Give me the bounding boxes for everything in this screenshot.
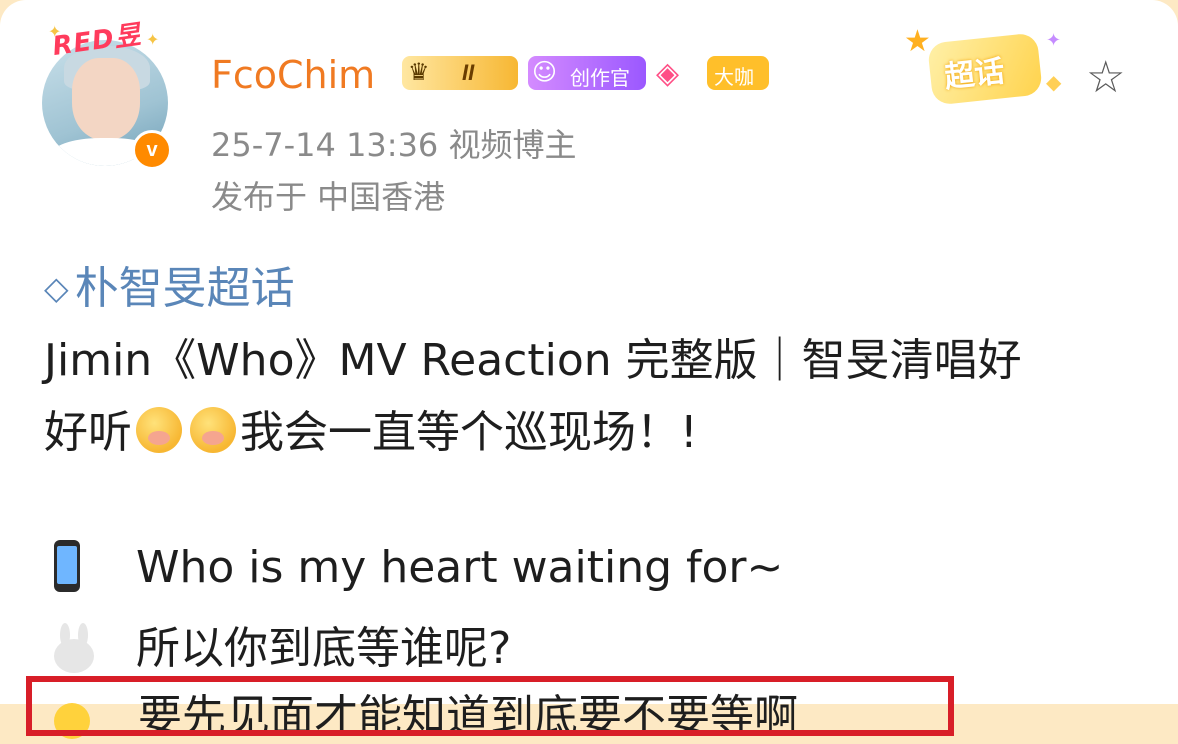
- phone-emoji: [54, 540, 80, 592]
- post-location: 发布于 中国香港: [211, 178, 446, 216]
- crown-level-badge[interactable]: ♛ II: [402, 56, 518, 90]
- post-timestamp: 25-7-14 13:36 视频博主: [211, 126, 577, 164]
- post-text-fragment: 所以你到底等谁呢?: [136, 623, 512, 674]
- diamond-icon: ◇: [44, 269, 69, 307]
- gem-decoration-icon: ◆: [1046, 72, 1062, 94]
- pleading-emoji: [190, 407, 236, 453]
- creator-label: 创作官: [570, 66, 630, 90]
- weibo-post-card: RED昱 ✦ ✦ v FcoChim ♛ II ☺ 创作官 ◈ 大咖 25-7-…: [0, 0, 1178, 742]
- highlight-box: [26, 676, 954, 736]
- bunny-emoji: [52, 623, 96, 675]
- post-text-line: 所以你到底等谁呢?: [44, 612, 511, 676]
- creator-badge[interactable]: ☺ 创作官: [528, 56, 646, 90]
- bigshot-badge[interactable]: 大咖: [707, 56, 769, 90]
- diamond-icon: ◈: [656, 57, 680, 90]
- star-decoration-icon: ★: [904, 25, 931, 58]
- post-text-line: Who is my heart waiting for~: [44, 540, 783, 593]
- username[interactable]: FcoChim: [211, 53, 375, 97]
- post-text-fragment: Who is my heart waiting for~: [136, 542, 784, 593]
- verified-icon: v: [132, 130, 172, 170]
- post-text-fragment: 好听: [44, 407, 132, 458]
- supertopic-name: 朴智旻超话: [74, 263, 295, 314]
- supertopic-badge[interactable]: 超话: [927, 32, 1043, 106]
- crown-icon: ♛: [408, 59, 430, 86]
- supertopic-link[interactable]: ◇ 朴智旻超话: [44, 252, 295, 316]
- sparkle-icon: ✦: [146, 32, 160, 49]
- bigshot-label: 大咖: [714, 65, 754, 89]
- post-text-line: Jimin《Who》MV Reaction 完整版｜智旻清唱好: [44, 335, 1022, 386]
- post-text-line: 好听 我会一直等个巡现场！!: [44, 396, 698, 460]
- sparkle-icon: ✦: [48, 24, 62, 41]
- pleading-emoji: [136, 407, 182, 453]
- crown-level: II: [462, 60, 475, 85]
- creator-icon: ☺: [532, 58, 558, 86]
- post-text-fragment: 我会一直等个巡现场！!: [240, 407, 698, 458]
- sparkle-icon: ✦: [1046, 30, 1062, 50]
- star-outline-icon[interactable]: ☆: [1086, 52, 1125, 103]
- avatar-face: [72, 58, 140, 140]
- supertopic-badge-label: 超话: [942, 54, 1007, 96]
- diamond-badge[interactable]: ◈: [656, 56, 702, 90]
